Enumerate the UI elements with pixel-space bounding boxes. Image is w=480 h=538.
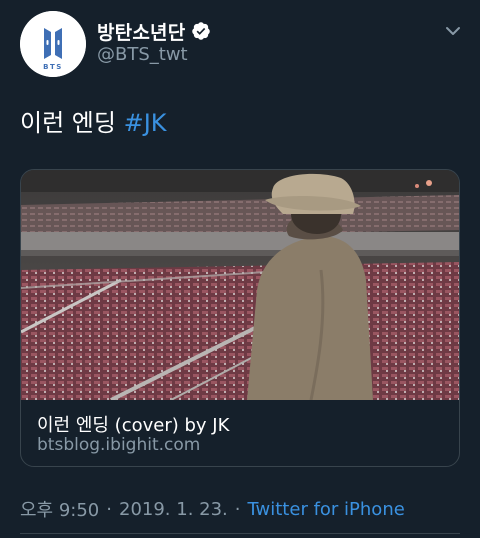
tweet-date[interactable]: 2019. 1. 23.	[119, 499, 228, 520]
author-handle[interactable]: @BTS_twt	[97, 44, 188, 65]
chevron-down-icon	[446, 27, 460, 35]
avatar[interactable]: BTS	[20, 11, 86, 77]
bts-logo-icon: BTS	[20, 11, 86, 77]
hashtag-link[interactable]: #JK	[124, 109, 167, 137]
tweet-time[interactable]: 오후 9:50	[20, 496, 99, 522]
tweet: BTS 방탄소년단 @BTS_twt 이런 엔딩 #JK 이런 엔딩 (cove…	[0, 0, 480, 538]
author-name-row: 방탄소년단	[97, 18, 211, 44]
tweet-meta: 오후 9:50 · 2019. 1. 23. · Twitter for iPh…	[20, 496, 405, 522]
card-domain[interactable]: btsblog.ibighit.com	[37, 435, 200, 455]
avatar-logo-text: BTS	[43, 63, 63, 71]
card-title[interactable]: 이런 엔딩 (cover) by JK	[37, 411, 229, 437]
more-options-button[interactable]	[438, 18, 468, 44]
tweet-text: 이런 엔딩 #JK	[20, 106, 167, 140]
tweet-source-link[interactable]: Twitter for iPhone	[248, 499, 405, 520]
meta-separator: ·	[106, 498, 112, 520]
author-display-name[interactable]: 방탄소년단	[97, 18, 185, 45]
card-image	[21, 170, 459, 400]
meta-separator: ·	[234, 498, 241, 520]
verified-badge-icon	[192, 22, 211, 40]
tweet-body: 이런 엔딩	[20, 109, 124, 137]
link-card[interactable]: 이런 엔딩 (cover) by JK btsblog.ibighit.com	[20, 169, 460, 467]
divider	[20, 533, 460, 534]
